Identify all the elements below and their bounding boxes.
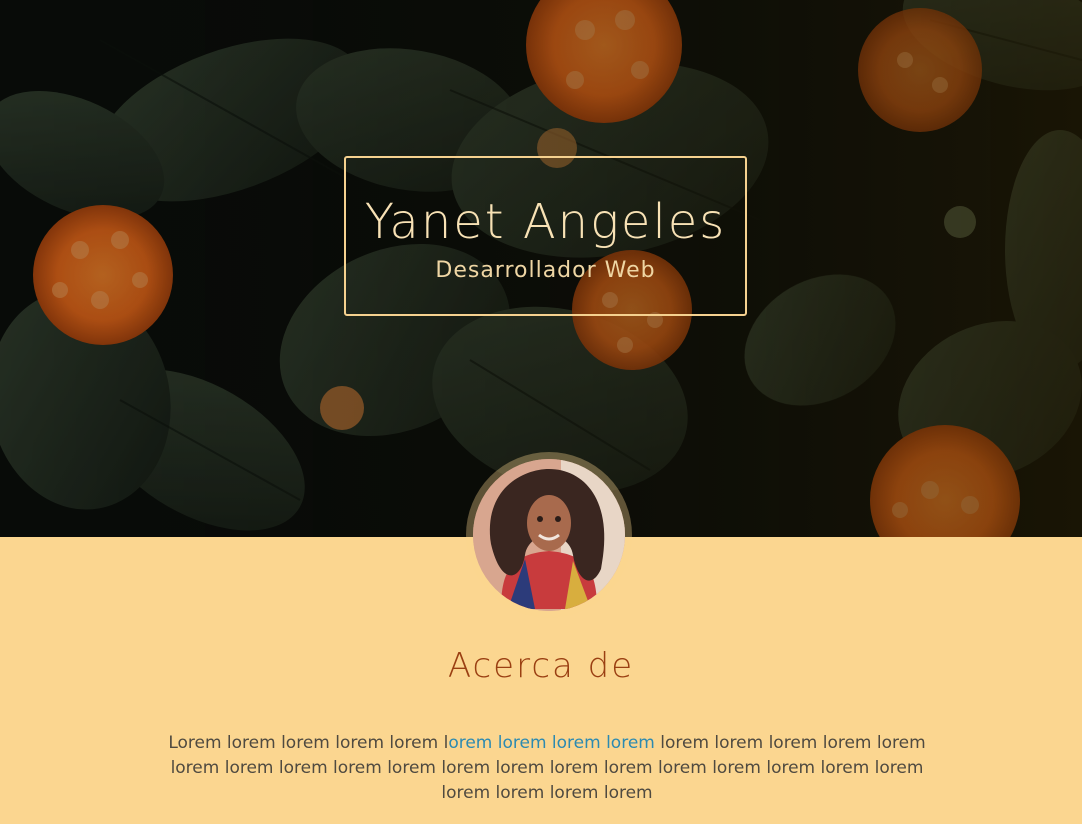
avatar bbox=[473, 459, 625, 611]
hero-role: Desarrollador Web bbox=[435, 258, 656, 283]
about-text-start: Lorem lorem lorem lorem lorem l bbox=[168, 733, 449, 753]
about-link[interactable]: orem lorem lorem lorem bbox=[448, 733, 655, 753]
about-title: Acerca de bbox=[447, 646, 635, 686]
hero-title-box: Yanet Angeles Desarrollador Web bbox=[344, 156, 747, 316]
hero-name: Yanet Angeles bbox=[364, 194, 727, 250]
about-paragraph: Lorem lorem lorem lorem lorem lorem lore… bbox=[148, 731, 946, 806]
avatar-ring bbox=[466, 452, 632, 618]
